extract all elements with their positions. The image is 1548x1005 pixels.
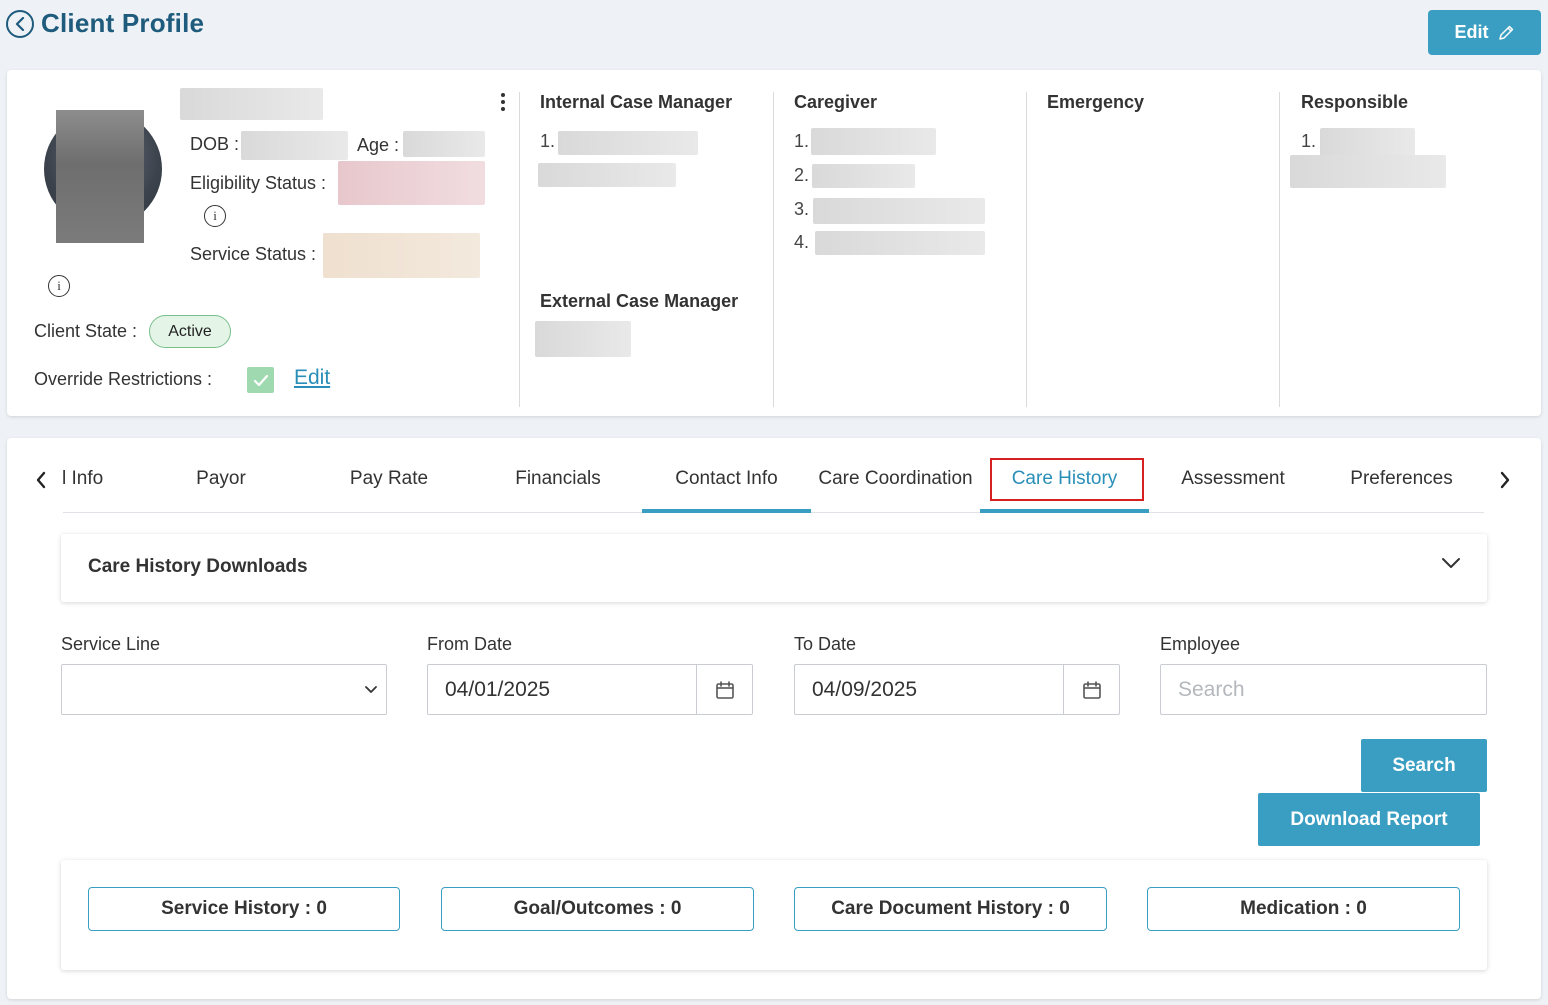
care-history-card: l Info Payor Pay Rate Financials Contact… — [7, 438, 1541, 999]
service-status-redacted — [323, 233, 480, 278]
from-date-label: From Date — [427, 634, 513, 654]
tab-care-history[interactable]: Care History — [980, 455, 1149, 513]
responsible-redacted — [1320, 128, 1415, 156]
tab-preferences[interactable]: Preferences — [1317, 455, 1486, 513]
calendar-icon[interactable] — [696, 665, 752, 714]
override-restrictions-checkbox[interactable] — [247, 367, 274, 393]
service-line-label: Service Line — [61, 634, 161, 654]
age-value-redacted — [403, 131, 485, 157]
avatar — [44, 110, 162, 243]
caregiver-redacted — [812, 164, 915, 188]
page-header: Client Profile — [6, 8, 204, 39]
client-name-redacted — [180, 88, 323, 120]
tabs-scroll-left-icon[interactable] — [35, 468, 47, 496]
dob-value-redacted — [241, 131, 348, 160]
from-date-field[interactable]: 04/01/2025 — [427, 664, 753, 715]
divider — [1279, 92, 1280, 407]
caregiver-redacted — [815, 231, 985, 255]
download-report-button[interactable]: Download Report — [1258, 793, 1480, 846]
from-date-value: 04/01/2025 — [445, 678, 551, 701]
tab-info[interactable]: l Info — [62, 455, 112, 513]
eligibility-status-redacted — [338, 161, 485, 205]
divider — [1026, 92, 1027, 407]
care-document-history-button[interactable]: Care Document History : 0 — [794, 887, 1107, 931]
caregiver-redacted — [811, 128, 936, 155]
override-restrictions-label: Override Restrictions : — [34, 369, 213, 389]
service-line-select[interactable] — [61, 664, 387, 715]
pencil-icon — [1498, 25, 1513, 40]
tab-payor[interactable]: Payor — [137, 455, 305, 513]
kebab-menu-icon[interactable] — [499, 93, 507, 111]
tab-care-coordination[interactable]: Care Coordination — [811, 455, 980, 513]
caregiver-number: 1. — [794, 131, 810, 151]
caregiver-number: 3. — [794, 199, 810, 219]
responsible-title: Responsible — [1301, 92, 1409, 112]
employee-search-input[interactable]: Search — [1160, 664, 1487, 715]
to-date-field[interactable]: 04/09/2025 — [794, 664, 1120, 715]
tab-pay-rate[interactable]: Pay Rate — [305, 455, 473, 513]
responsible-redacted — [1290, 155, 1446, 188]
check-icon — [253, 374, 268, 386]
caregiver-title: Caregiver — [794, 92, 878, 112]
downloads-panel-title: Care History Downloads — [88, 556, 308, 577]
override-edit-link[interactable]: Edit — [294, 366, 330, 390]
caregiver-redacted — [813, 198, 985, 224]
care-history-downloads-panel[interactable]: Care History Downloads — [61, 534, 1487, 602]
tabs-scroll-right-icon[interactable] — [1499, 468, 1511, 496]
service-status-label: Service Status : — [190, 244, 317, 264]
dob-label: DOB : — [190, 134, 240, 154]
summary-panel: Service History : 0 Goal/Outcomes : 0 Ca… — [61, 860, 1487, 970]
client-state-label: Client State : — [34, 321, 138, 341]
age-label: Age : — [357, 135, 400, 155]
external-case-manager-redacted — [535, 321, 631, 357]
internal-case-manager-redacted — [558, 131, 698, 155]
divider — [519, 92, 520, 407]
edit-profile-button[interactable]: Edit — [1428, 10, 1541, 55]
back-arrow-icon[interactable] — [6, 9, 34, 38]
employee-search-placeholder: Search — [1178, 678, 1245, 701]
internal-case-manager-redacted — [538, 163, 676, 187]
external-case-manager-title: External Case Manager — [540, 291, 739, 311]
client-profile-card: DOB : Age : Eligibility Status : i Servi… — [7, 70, 1541, 416]
tab-contact-info[interactable]: Contact Info — [642, 455, 811, 513]
employee-label: Employee — [1160, 634, 1241, 654]
responsible-number: 1. — [1301, 131, 1317, 151]
calendar-icon[interactable] — [1063, 665, 1119, 714]
internal-case-manager-number: 1. — [540, 131, 556, 151]
to-date-value: 04/09/2025 — [812, 678, 918, 701]
tab-assessment[interactable]: Assessment — [1149, 455, 1317, 513]
eligibility-info-icon[interactable]: i — [204, 205, 226, 227]
page-title: Client Profile — [41, 8, 205, 38]
eligibility-status-label: Eligibility Status : — [190, 173, 327, 193]
caregiver-number: 4. — [794, 232, 810, 252]
chevron-down-icon — [365, 686, 377, 693]
emergency-title: Emergency — [1047, 92, 1145, 112]
internal-case-manager-title: Internal Case Manager — [540, 92, 733, 112]
caregiver-number: 2. — [794, 165, 810, 185]
to-date-label: To Date — [794, 634, 857, 654]
client-info-icon[interactable]: i — [48, 275, 70, 297]
divider — [773, 92, 774, 407]
goal-outcomes-button[interactable]: Goal/Outcomes : 0 — [441, 887, 754, 931]
service-history-button[interactable]: Service History : 0 — [88, 887, 400, 931]
chevron-down-icon — [1441, 556, 1461, 574]
search-button[interactable]: Search — [1361, 739, 1487, 792]
edit-button-label: Edit — [1454, 22, 1489, 42]
tab-financials[interactable]: Financials — [474, 455, 642, 513]
status-badge: Active — [149, 315, 231, 348]
medication-button[interactable]: Medication : 0 — [1147, 887, 1460, 931]
